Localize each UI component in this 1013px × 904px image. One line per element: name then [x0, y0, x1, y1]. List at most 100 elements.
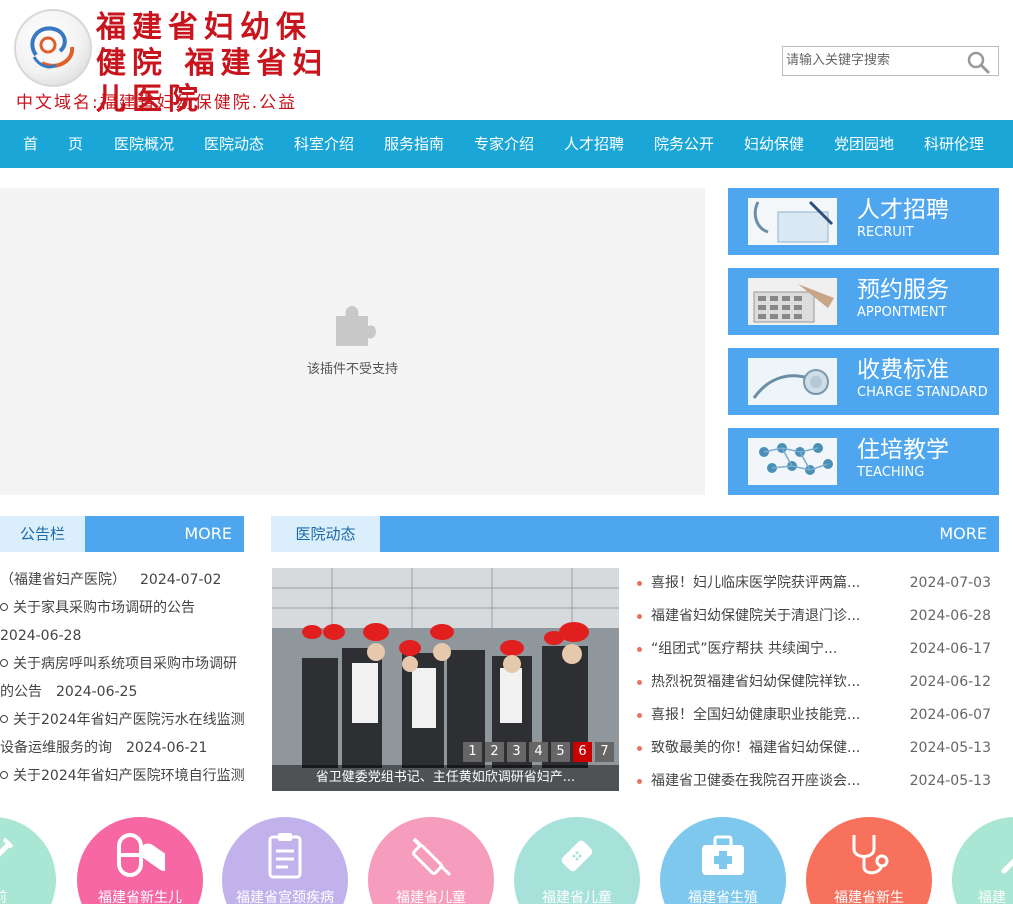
- news-item[interactable]: 福建省卫健委在我院召开座谈会... 2024-05-13: [637, 768, 997, 794]
- quick-link-cervical[interactable]: 福建省宫颈疾病: [222, 817, 348, 904]
- notice-item[interactable]: 的公告 2024-06-25: [0, 678, 250, 706]
- notice-list: （福建省妇产医院） 2024-07-02 关于家具采购市场调研的公告 2024-0…: [0, 566, 250, 792]
- news-item[interactable]: 致敬最美的你！福建省妇幼保健... 2024-05-13: [637, 735, 997, 761]
- notice-date: 2024-06-25: [56, 684, 138, 700]
- side-card-title: 住培教学: [857, 437, 949, 463]
- nav-item-service-guide[interactable]: 服务指南: [384, 120, 444, 168]
- notice-item[interactable]: （福建省妇产医院） 2024-07-02: [0, 566, 250, 594]
- side-card-subtitle: APPONTMENT: [857, 305, 947, 320]
- quick-link-label: 福建省新生: [834, 890, 904, 904]
- bullet-circle-icon: [0, 771, 8, 779]
- charge-thumbnail: [748, 358, 837, 405]
- side-card-teaching[interactable]: 住培教学 TEACHING: [728, 428, 999, 495]
- side-card-appointment[interactable]: 预约服务 APPONTMENT: [728, 268, 999, 335]
- appointment-thumbnail: [748, 278, 837, 325]
- nav-item-public-affairs[interactable]: 院务公开: [654, 120, 714, 168]
- nav-item-departments[interactable]: 科室介绍: [294, 120, 354, 168]
- quick-link-reproductive[interactable]: 福建省生殖: [660, 817, 786, 904]
- pager-button-4[interactable]: 4: [529, 742, 548, 762]
- nav-item-experts[interactable]: 专家介绍: [474, 120, 534, 168]
- notice-item[interactable]: 关于病房呼叫系统项目采购市场调研: [0, 650, 250, 678]
- side-card-subtitle: TEACHING: [857, 465, 925, 480]
- notice-item[interactable]: 关于家具采购市场调研的公告: [0, 594, 250, 622]
- bullet-dot-icon: [637, 746, 642, 751]
- notice-item[interactable]: 设备运维服务的询 2024-06-21: [0, 734, 250, 762]
- medical-kit-icon: [702, 835, 744, 875]
- photo-caption[interactable]: 省卫健委党组书记、主任黄如欣调研省妇产...: [272, 765, 619, 791]
- plugin-unsupported-message: 该插件不受支持: [306, 362, 398, 377]
- notice-text: 设备运维服务的询: [0, 740, 112, 756]
- nav-item-research-ethics[interactable]: 科研伦理: [924, 120, 984, 168]
- pager-button-1[interactable]: 1: [463, 742, 482, 762]
- notice-text: 的公告: [0, 684, 42, 700]
- news-title: 热烈祝贺福建省妇幼保健院祥钦...: [651, 674, 861, 690]
- notice-item[interactable]: 关于2024年省妇产医院污水在线监测: [0, 706, 250, 734]
- quick-link-label: 福建省新生儿: [98, 890, 182, 904]
- quick-link-label: 产前: [0, 887, 56, 904]
- news-date: 2024-07-03: [909, 575, 991, 591]
- clipboard-icon: [268, 833, 302, 879]
- nav-item-home[interactable]: 首 页: [23, 120, 83, 168]
- search-input[interactable]: [784, 48, 958, 72]
- quick-link-label: 福建省儿童: [542, 890, 612, 904]
- side-card-recruit[interactable]: 人才招聘 RECRUIT: [728, 188, 999, 255]
- news-title: 喜报！妇儿临床医学院获评两篇...: [651, 575, 861, 591]
- notice-more-link[interactable]: MORE: [184, 516, 232, 552]
- main-nav: 首 页 医院概况 医院动态 科室介绍 服务指南 专家介绍 人才招聘 院务公开 妇…: [0, 120, 1013, 168]
- bullet-dot-icon: [637, 581, 642, 586]
- search-box: [782, 46, 999, 76]
- news-title: 致敬最美的你！福建省妇幼保健...: [651, 740, 861, 756]
- nav-item-news[interactable]: 医院动态: [204, 120, 264, 168]
- news-item[interactable]: “组团式”医疗帮扶 共续闽宁... 2024-06-17: [637, 636, 997, 662]
- teaching-thumbnail: [748, 438, 837, 485]
- syringe-icon: [411, 837, 452, 877]
- nav-item-overview[interactable]: 医院概况: [114, 120, 174, 168]
- pager-button-5[interactable]: 5: [551, 742, 570, 762]
- notice-text: 关于2024年省妇产医院环境自行监测: [13, 768, 245, 784]
- news-item[interactable]: 福建省妇幼保健院关于清退门诊... 2024-06-28: [637, 603, 997, 629]
- nav-item-recruitment[interactable]: 人才招聘: [564, 120, 624, 168]
- hospital-logo[interactable]: [14, 9, 92, 87]
- notice-item[interactable]: 关于2024年省妇产医院环境自行监测: [0, 762, 250, 790]
- news-item[interactable]: 喜报！全国妇幼健康职业技能竞... 2024-06-07: [637, 702, 997, 728]
- news-title: 福建省卫健委在我院召开座谈会...: [651, 773, 861, 789]
- bullet-dot-icon: [637, 647, 642, 652]
- pager-button-2[interactable]: 2: [485, 742, 504, 762]
- notice-text: 关于病房呼叫系统项目采购市场调研: [13, 656, 237, 672]
- medical-network-icon: [748, 438, 837, 485]
- notice-item[interactable]: 2024-06-28: [0, 622, 250, 650]
- news-item[interactable]: 热烈祝贺福建省妇幼保健院祥钦... 2024-06-12: [637, 669, 997, 695]
- bullet-dot-icon: [637, 614, 642, 619]
- search-icon[interactable]: [966, 50, 990, 74]
- quick-link-prenatal[interactable]: 产前: [0, 817, 56, 904]
- notice-text: （福建省妇产医院）: [0, 572, 126, 588]
- stethoscope-clipboard-icon: [748, 198, 837, 245]
- page: 福建省妇幼保健院 福建省妇儿医院 中文域名:福建省妇幼保健院.公益 首 页 医院…: [0, 0, 1013, 904]
- stethoscope-icon: [852, 835, 889, 875]
- side-card-title: 收费标准: [857, 357, 949, 383]
- pager-button-6[interactable]: 6: [573, 742, 592, 762]
- nav-item-maternal-care[interactable]: 妇幼保健: [744, 120, 804, 168]
- bullet-dot-icon: [637, 779, 642, 784]
- news-date: 2024-06-07: [909, 707, 991, 723]
- bullet-circle-icon: [0, 603, 8, 611]
- quick-link-neonatal[interactable]: 福建省新生: [806, 817, 932, 904]
- bullet-dot-icon: [637, 713, 642, 718]
- side-card-charge-standard[interactable]: 收费标准 CHARGE STANDARD: [728, 348, 999, 415]
- nav-item-party[interactable]: 党团园地: [834, 120, 894, 168]
- side-card-subtitle: RECRUIT: [857, 225, 914, 240]
- news-item[interactable]: 喜报！妇儿临床医学院获评两篇... 2024-07-03: [637, 570, 997, 596]
- site-header: 福建省妇幼保健院 福建省妇儿医院 中文域名:福建省妇幼保健院.公益: [0, 0, 1013, 120]
- notice-label: 公告栏: [0, 516, 85, 552]
- quick-link-children-2[interactable]: 福建省儿童: [514, 817, 640, 904]
- news-date: 2024-06-28: [909, 608, 991, 624]
- news-more-link[interactable]: MORE: [939, 516, 987, 552]
- pager-button-3[interactable]: 3: [507, 742, 526, 762]
- pager-button-7[interactable]: 7: [595, 742, 614, 762]
- quick-link-fujian[interactable]: 福建: [952, 817, 1013, 904]
- news-photo-slider[interactable]: 1 2 3 4 5 6 7 省卫健委党组书记、主任黄如欣调研省妇产...: [272, 568, 619, 791]
- notice-header-bar: 公告栏 MORE: [0, 516, 244, 552]
- quick-link-newborn[interactable]: 福建省新生儿: [77, 817, 203, 904]
- quick-link-children-1[interactable]: 福建省儿童: [368, 817, 494, 904]
- news-date: 2024-05-13: [909, 740, 991, 756]
